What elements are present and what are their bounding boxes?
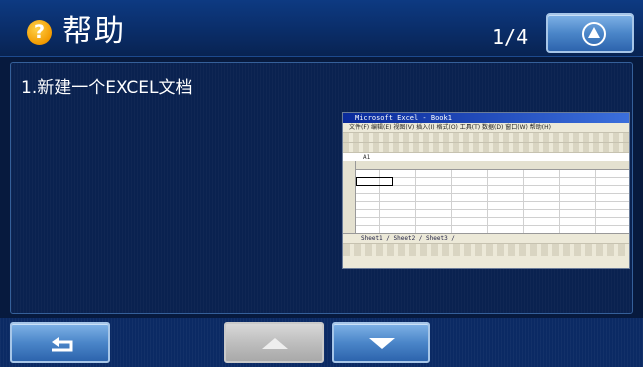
header-bar: ? 帮助 1/4 xyxy=(0,0,643,57)
excel-toolbar xyxy=(343,133,629,143)
excel-screenshot-image: Microsoft Excel - Book1 文件(F) 编辑(E) 视图(V… xyxy=(342,112,630,269)
excel-sheet-tabs: Sheet1 / Sheet2 / Sheet3 / xyxy=(343,233,629,243)
question-mark-icon: ? xyxy=(27,20,52,45)
back-button[interactable] xyxy=(10,322,110,363)
step-label: 1.新建一个EXCEL文档 xyxy=(21,78,193,98)
excel-status-bar xyxy=(343,256,629,268)
page-down-button[interactable] xyxy=(332,322,430,363)
excel-menu-bar: 文件(F) 编辑(E) 视图(V) 插入(I) 格式(O) 工具(T) 数据(D… xyxy=(343,123,629,133)
page-indicator: 1/4 xyxy=(492,25,529,49)
page-up-button[interactable] xyxy=(224,322,324,363)
excel-column-headers xyxy=(343,161,629,170)
excel-format-toolbar xyxy=(343,143,629,153)
up-arrow-icon xyxy=(262,338,288,349)
navigation-arrow-icon xyxy=(582,22,606,46)
page-title: 帮助 xyxy=(62,14,126,49)
excel-selected-cell xyxy=(356,177,393,186)
down-arrow-icon xyxy=(369,338,395,349)
help-content-panel: 1.新建一个EXCEL文档 Microsoft Excel - Book1 文件… xyxy=(10,62,633,314)
footer-bar xyxy=(0,318,643,367)
excel-drawing-toolbar xyxy=(343,243,629,256)
excel-row-headers xyxy=(343,161,356,233)
excel-grid xyxy=(343,161,629,233)
excel-window-title: Microsoft Excel - Book1 xyxy=(343,113,629,123)
navigation-home-button[interactable] xyxy=(546,13,634,53)
return-arrow-icon xyxy=(52,337,73,352)
